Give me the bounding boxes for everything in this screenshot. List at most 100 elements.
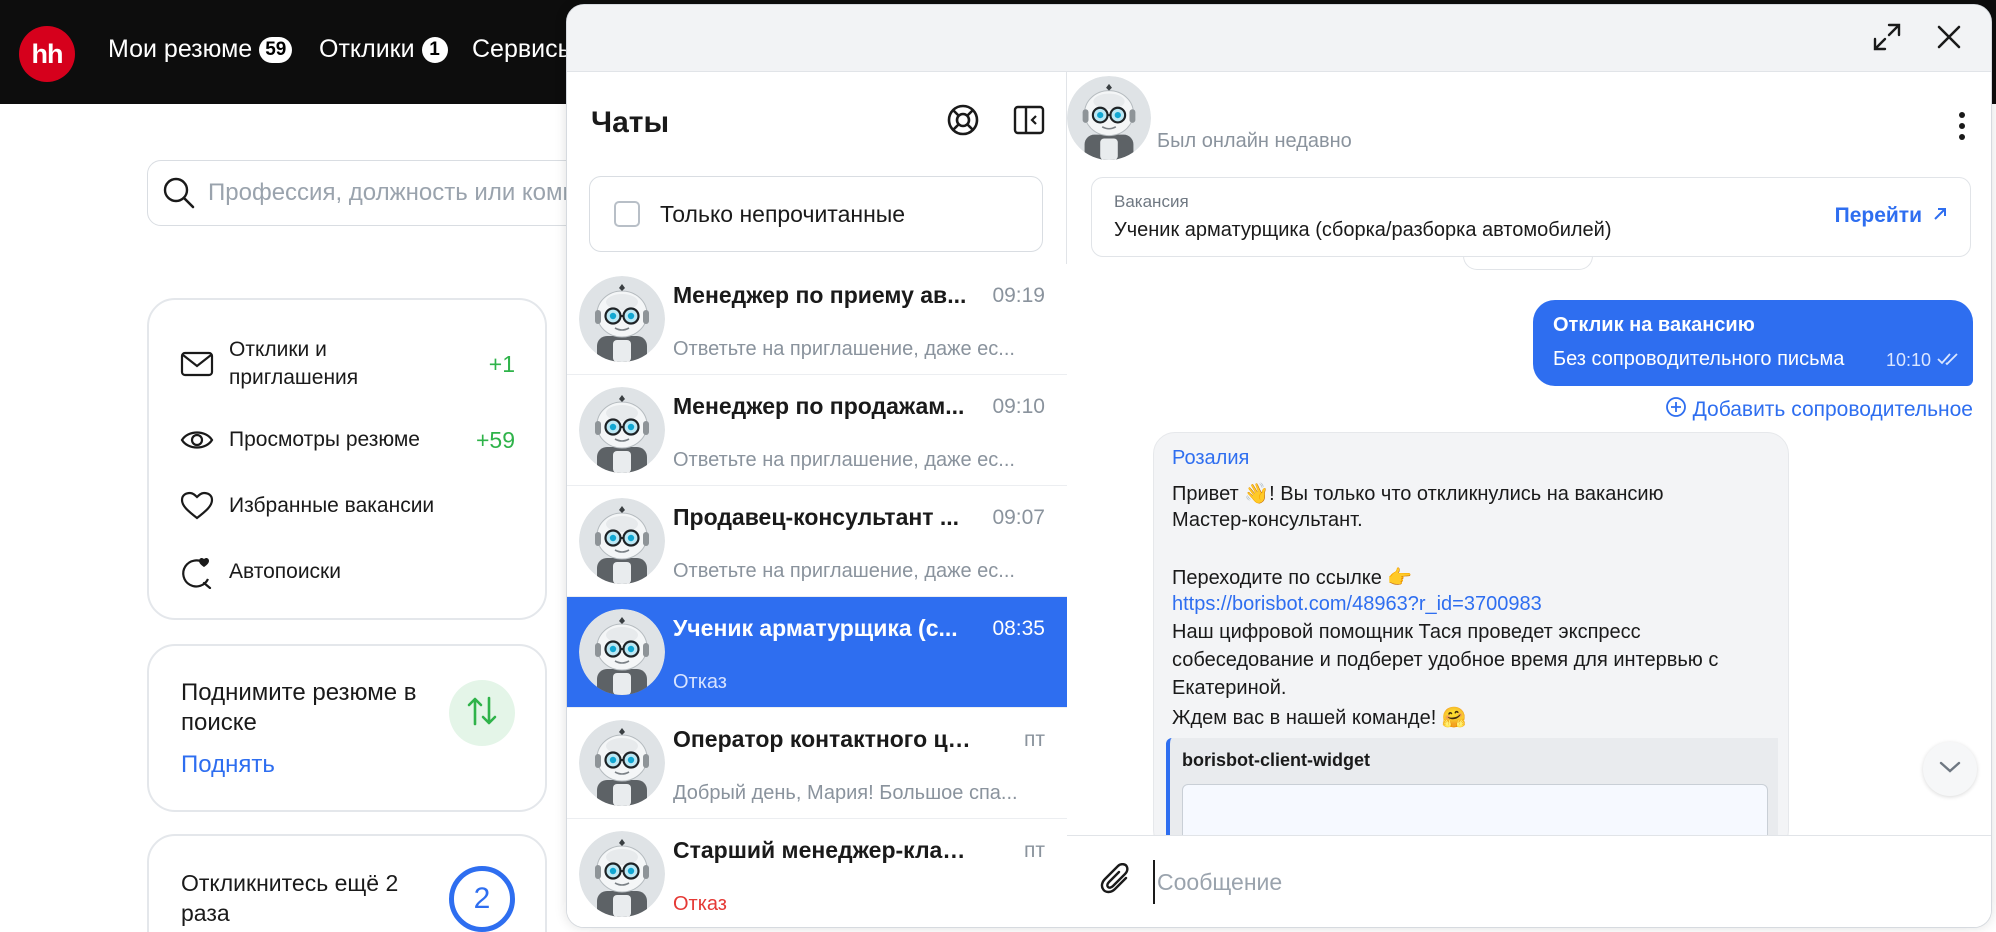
robot-avatar <box>1067 76 1151 160</box>
chat-time: 09:10 <box>992 395 1045 418</box>
plus-circle-icon <box>1665 396 1687 424</box>
sidebar-item-label: Избранные вакансии <box>229 494 435 517</box>
respond-more-card: Откликнитесь ещё 2 раза 2 <box>147 834 547 932</box>
message-line: Наш цифровой помощник Тася проведет эксп… <box>1172 621 1641 643</box>
chat-preview: Ответьте на приглашение, даже ес... <box>673 338 1015 360</box>
chat-list-item[interactable]: Менеджер по приему ав... 09:19 Ответьте на… <box>567 264 1067 375</box>
respond-more-title: Откликнитесь ещё 2 раза <box>181 870 399 926</box>
lift-resume-link[interactable]: Поднять <box>181 751 275 779</box>
nav-services-label: Сервисы <box>472 35 576 63</box>
message-line: собеседование и подберет удобное время д… <box>1172 649 1719 671</box>
chat-time: 09:07 <box>992 506 1045 529</box>
sidebar-item-responses[interactable]: Отклики и приглашения +1 <box>179 336 515 392</box>
message-sender: Розалия <box>1172 447 1250 469</box>
robot-avatar <box>579 387 665 473</box>
incoming-message: Розалия Привет 👋! Вы только что откликну… <box>1153 432 1789 852</box>
message-line: Ждем вас в нашей команде! 🤗 <box>1172 707 1467 729</box>
chat-modal-header <box>567 5 1991 72</box>
chat-title: Продавец-консультант ... <box>673 504 960 530</box>
nav-services[interactable]: Сервисы <box>472 35 576 64</box>
vacancy-name: Ученик арматурщика (сборка/разборка авто… <box>1114 219 1612 241</box>
robot-avatar <box>579 720 665 806</box>
double-check-icon <box>1937 350 1959 371</box>
autosearch-icon <box>179 554 215 590</box>
chat-time: пт <box>1024 728 1045 751</box>
message-composer <box>1067 835 1991 927</box>
chat-title: Оператор контактного цен... <box>673 726 973 752</box>
add-cover-letter-link[interactable]: Добавить сопроводительное <box>1665 396 1973 424</box>
nav-responses[interactable]: Отклики 1 <box>319 35 448 64</box>
lift-resume-card: Поднимите резюме в поиске Поднять <box>147 644 547 812</box>
sidebar-item-autosearch[interactable]: Автопоиски <box>179 554 515 590</box>
close-button[interactable] <box>1929 19 1969 59</box>
conversation-panel: Был онлайн недавно Вакансия Ученик армат… <box>1067 72 1991 927</box>
nav-responses-badge: 1 <box>421 36 448 63</box>
chat-title: Менеджер по продажам... <box>673 393 965 419</box>
chat-title: Менеджер по приему ав... <box>673 282 967 308</box>
heart-icon <box>179 488 215 524</box>
message-line: Привет 👋! Вы только что откликнулись на … <box>1172 483 1664 505</box>
sidebar-item-favorites[interactable]: Избранные вакансии <box>179 488 515 524</box>
lift-resume-button[interactable] <box>449 680 515 746</box>
robot-avatar <box>579 276 665 362</box>
robot-avatar <box>579 609 665 695</box>
chat-preview: Ответьте на приглашение, даже ес... <box>673 449 1015 471</box>
envelope-icon <box>179 346 215 382</box>
paperclip-icon <box>1100 862 1134 902</box>
respond-count-ring: 2 <box>449 866 515 932</box>
sidebar-item-label: Просмотры резюме <box>229 428 420 451</box>
nav-responses-label: Отклики <box>319 35 415 63</box>
up-down-arrows-icon <box>465 694 499 733</box>
chat-title: Ученик арматурщика (с... <box>673 615 958 641</box>
sidebar-item-label: Отклики и приглашения <box>229 338 359 389</box>
attach-button[interactable] <box>1097 862 1137 902</box>
sidebar-collapse-icon <box>1012 103 1046 142</box>
search-icon <box>162 175 196 211</box>
kebab-icon <box>1958 111 1966 146</box>
chat-time: 08:35 <box>992 617 1045 640</box>
chat-time: пт <box>1024 839 1045 862</box>
chat-preview: Добрый день, Мария! Большое спа... <box>673 782 1018 804</box>
support-button[interactable] <box>943 102 983 142</box>
lift-resume-title: Поднимите резюме в поиске <box>181 679 417 736</box>
chat-list-item[interactable]: Оператор контактного цен... пт Добрый день… <box>567 708 1067 819</box>
more-options-button[interactable] <box>1947 108 1977 148</box>
message-input[interactable] <box>1153 860 1953 904</box>
chat-preview: Ответьте на приглашение, даже ес... <box>673 560 1015 582</box>
unread-only-filter[interactable]: Только непрочитанные <box>589 176 1043 252</box>
hh-logo[interactable]: hh <box>19 26 75 82</box>
my-message-meta: 10:10 <box>1886 350 1959 371</box>
sidebar-item-count: +59 <box>475 426 515 453</box>
my-response-message: Отклик на вакансию Без сопроводительного… <box>1533 300 1973 386</box>
chat-list-item[interactable]: Ученик арматурщика (с... 08:35 Отказ <box>567 597 1067 708</box>
robot-avatar <box>579 831 665 917</box>
vacancy-card: Вакансия Ученик арматурщика (сборка/разб… <box>1091 177 1971 257</box>
chat-modal: Чаты Только непрочитанные Менеджер по пр… <box>566 4 1992 928</box>
job-search-input[interactable]: Профессия, должность или компания <box>147 160 629 226</box>
expand-button[interactable] <box>1867 19 1907 59</box>
collapse-panel-button[interactable] <box>1009 102 1049 142</box>
activity-card: Отклики и приглашения +1 Просмотры резюм… <box>147 298 547 620</box>
unread-only-label: Только непрочитанные <box>660 200 906 227</box>
chat-list-item[interactable]: Продавец-консультант ... 09:07 Ответьте на… <box>567 486 1067 597</box>
nav-my-resumes[interactable]: Мои резюме 59 <box>108 35 293 64</box>
scroll-down-button[interactable] <box>1923 742 1977 796</box>
vacancy-go-label: Перейти <box>1834 204 1922 227</box>
my-message-time: 10:10 <box>1885 350 1931 370</box>
sidebar-item-views[interactable]: Просмотры резюме +59 <box>179 422 515 458</box>
nav-my-resumes-label: Мои резюме <box>108 35 253 63</box>
expand-icon <box>1871 21 1903 58</box>
widget-label: borisbot-client-widget <box>1182 750 1370 770</box>
nav-my-resumes-badge: 59 <box>259 36 293 63</box>
chat-preview: Отказ <box>673 893 727 915</box>
unread-only-checkbox[interactable] <box>614 201 640 227</box>
sidebar-item-label: Автопоиски <box>229 560 341 583</box>
chat-list-item[interactable]: Старший менеджер-кладо... пт Отказ <box>567 819 1067 927</box>
message-line: Переходите по ссылке 👉 <box>1172 567 1413 589</box>
vacancy-go-link[interactable]: Перейти <box>1835 204 1948 228</box>
chat-list-item[interactable]: Менеджер по продажам... 09:10 Ответьте на … <box>567 375 1067 486</box>
message-link[interactable]: https://borisbot.com/48963?r_id=3700983 <box>1172 593 1542 616</box>
message-line: Мастер-консультант. <box>1172 509 1363 531</box>
my-message-text: Без сопроводительного письма <box>1553 348 1845 370</box>
close-icon <box>1935 23 1963 56</box>
